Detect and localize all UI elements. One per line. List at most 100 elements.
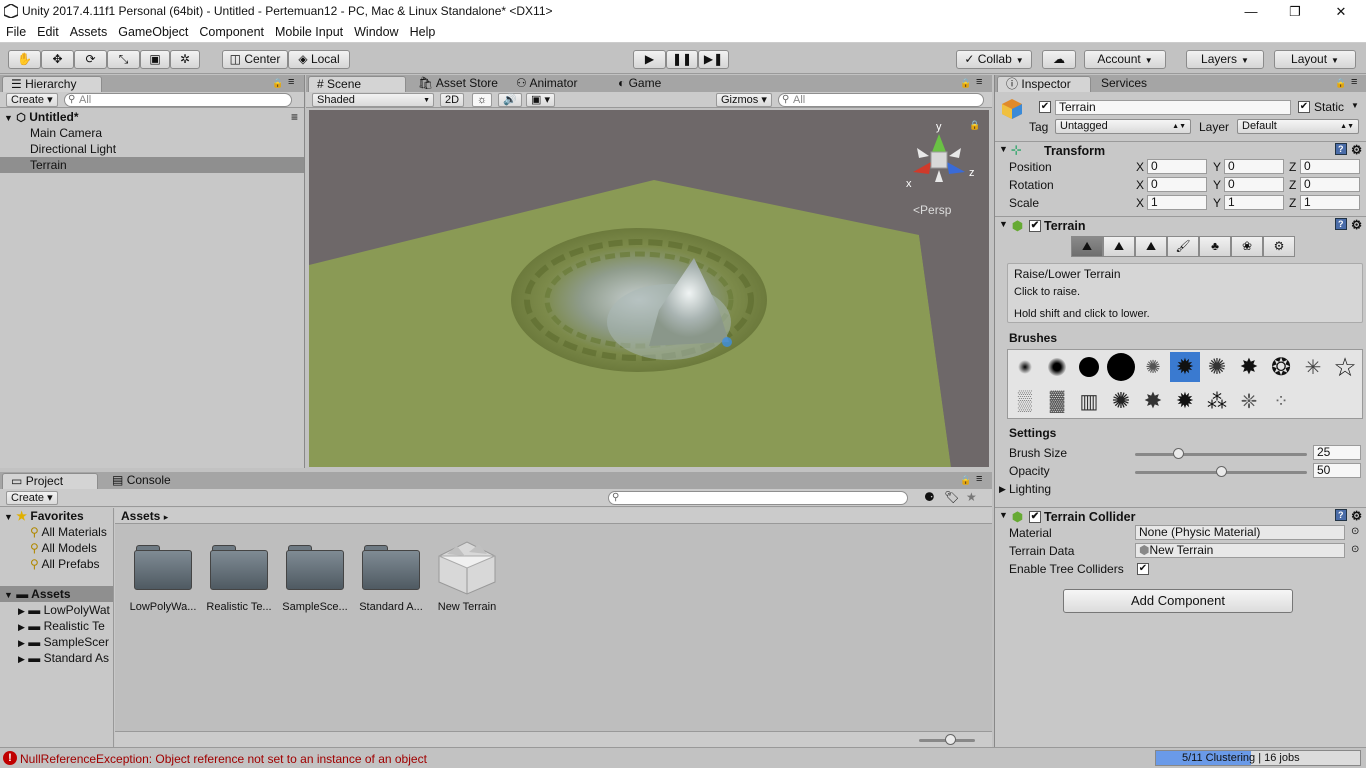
scale-y-input[interactable]: 1 [1224,195,1284,210]
terrain-settings-tool-button[interactable]: ⚙ [1263,236,1295,257]
favorite-star-icon[interactable]: ★ [966,490,977,504]
panel-menu-icon[interactable]: ≡ [976,76,982,88]
menu-assets[interactable]: Assets [64,23,113,39]
panel-menu-icon[interactable]: ≡ [976,473,982,485]
object-picker-icon[interactable]: ⊙ [1351,544,1359,555]
console-error-message[interactable]: NullReferenceException: Object reference… [20,752,427,766]
tab-project[interactable]: ▭ Project [2,473,98,489]
asset-folder-standard-assets[interactable]: ▶ ▬ Standard As [0,650,113,666]
smooth-height-tool-button[interactable]: ⛰ [1135,236,1167,257]
layers-dropdown[interactable]: Layers ▼ [1186,50,1264,69]
static-dropdown-arrow[interactable]: ▼ [1351,101,1359,110]
projection-label[interactable]: <Persp [913,203,952,217]
account-dropdown[interactable]: Account ▼ [1084,50,1166,69]
brush-splatter-selected[interactable]: ✹ [1170,352,1200,382]
menu-component[interactable]: Component [193,23,269,39]
brush-splatter-2[interactable]: ✺ [1202,352,1232,382]
tag-dropdown[interactable]: Untagged ▲▼ [1055,119,1191,134]
icon-size-slider[interactable] [945,734,956,745]
brush-soft-small[interactable] [1010,352,1040,382]
filter-label-icon[interactable]: 🏷 [944,490,959,504]
project-search-input[interactable]: ⚲ [608,491,908,505]
scene-menu-icon[interactable]: ≡ [291,109,298,125]
settings-gear-icon[interactable]: ⚙ [1351,142,1362,157]
hierarchy-item-directional-light[interactable]: Directional Light [0,141,304,157]
assets-root-row[interactable]: ▼ ▬ Assets [0,586,113,602]
scale-x-input[interactable]: 1 [1147,195,1207,210]
project-breadcrumb[interactable]: Assets ▸ [115,508,992,524]
tab-inspector[interactable]: ⓘ Inspector [997,76,1091,92]
tab-animator[interactable]: ⚇ Animator [508,76,585,92]
grid-folder-standard-assets[interactable] [362,544,420,590]
mode-2d-toggle[interactable]: 2D [440,93,465,107]
audio-toggle[interactable]: 🔊 [498,93,522,107]
position-z-input[interactable]: 0 [1300,159,1360,174]
menu-help[interactable]: Help [404,23,441,39]
opacity-input[interactable]: 50 [1313,463,1361,478]
hierarchy-item-main-camera[interactable]: Main Camera [0,125,304,141]
scene-row[interactable]: ▼ ⬡ Untitled* ≡ [0,109,304,125]
static-checkbox[interactable]: ✔ [1298,101,1310,113]
collider-enabled-checkbox[interactable]: ✔ [1029,511,1041,523]
brush-texture-2[interactable]: ▓ [1042,386,1072,416]
menu-file[interactable]: File [0,23,31,39]
position-x-input[interactable]: 0 [1147,159,1207,174]
hierarchy-search-input[interactable]: ⚲ All [64,93,292,107]
rotation-x-input[interactable]: 0 [1147,177,1207,192]
rotate-tool-button[interactable]: ⟳ [74,50,107,69]
brush-swirl[interactable]: ❂ [1266,352,1296,382]
help-icon[interactable]: ? [1335,143,1347,155]
place-trees-tool-button[interactable]: ♣ [1199,236,1231,257]
brush-texture-4[interactable]: ✺ [1106,386,1136,416]
lock-icon[interactable]: 🔒 [272,78,283,89]
favorite-all-models[interactable]: ⚲ All Models [0,540,113,556]
brush-spark[interactable]: ✳ [1298,352,1328,382]
grid-folder-lowpolywater[interactable] [134,544,192,590]
brush-size-input[interactable]: 25 [1313,445,1361,460]
terrain-collider-header[interactable]: ▼ ⬢ ✔ Terrain Collider ? ⚙ [995,507,1366,525]
expand-arrow-icon[interactable]: ▼ [4,512,13,522]
pivot-center-button[interactable]: ◫ Center [222,50,288,69]
menu-gameobject[interactable]: GameObject [112,23,193,39]
rect-tool-button[interactable]: ▣ [140,50,170,69]
brush-splatter-1[interactable]: ✺ [1138,352,1168,382]
create-dropdown[interactable]: Create ▾ [6,93,58,107]
step-button[interactable]: ▶❚ [698,50,729,69]
transform-tool-button[interactable]: ✲ [170,50,200,69]
tab-game[interactable]: ◐ Game [610,76,669,92]
lock-icon[interactable]: 🔒 [960,78,971,89]
layout-dropdown[interactable]: Layout ▼ [1274,50,1356,69]
foldout-arrow-icon[interactable]: ▶ [999,484,1006,495]
project-create-dropdown[interactable]: Create ▾ [6,491,58,505]
effects-dropdown[interactable]: ▣ ▾ [526,93,555,107]
scale-tool-button[interactable]: ⤡ [107,50,140,69]
grid-folder-realistic-terrain[interactable] [210,544,268,590]
object-picker-icon[interactable]: ⊙ [1351,526,1359,537]
brush-hard-medium[interactable] [1074,352,1104,382]
settings-gear-icon[interactable]: ⚙ [1351,508,1362,523]
move-tool-button[interactable]: ✥ [41,50,74,69]
material-object-field[interactable]: None (Physic Material) [1135,525,1345,540]
hand-tool-button[interactable]: ✋ [8,50,41,69]
scale-z-input[interactable]: 1 [1300,195,1360,210]
brush-splatter-3[interactable]: ✸ [1234,352,1264,382]
brush-star[interactable]: ☆ [1330,352,1360,382]
tab-console[interactable]: ▤ Console [104,473,179,489]
play-button[interactable]: ▶ [633,50,666,69]
lock-icon[interactable]: 🔒 [969,120,980,130]
paint-details-tool-button[interactable]: ❀ [1231,236,1263,257]
lighting-toggle[interactable]: ☼ [472,93,493,107]
pivot-local-button[interactable]: ◈ Local [288,50,350,69]
paint-texture-tool-button[interactable]: 🖌 [1167,236,1199,257]
foldout-arrow-icon[interactable]: ▼ [999,219,1008,229]
menu-window[interactable]: Window [348,23,403,39]
paint-height-tool-button[interactable]: ⛰ [1103,236,1135,257]
panel-menu-icon[interactable]: ≡ [1351,76,1357,88]
lighting-foldout[interactable]: Lighting [1009,482,1051,496]
brush-texture-5[interactable]: ✸ [1138,386,1168,416]
asset-folder-samplescenes[interactable]: ▶ ▬ SampleScer [0,634,113,650]
brush-dots[interactable]: ⁂ [1202,386,1232,416]
panel-menu-icon[interactable]: ≡ [288,76,294,88]
favorite-all-materials[interactable]: ⚲ All Materials [0,524,113,540]
transform-header[interactable]: ▼ ⊹ Transform ? ⚙ [995,141,1366,159]
